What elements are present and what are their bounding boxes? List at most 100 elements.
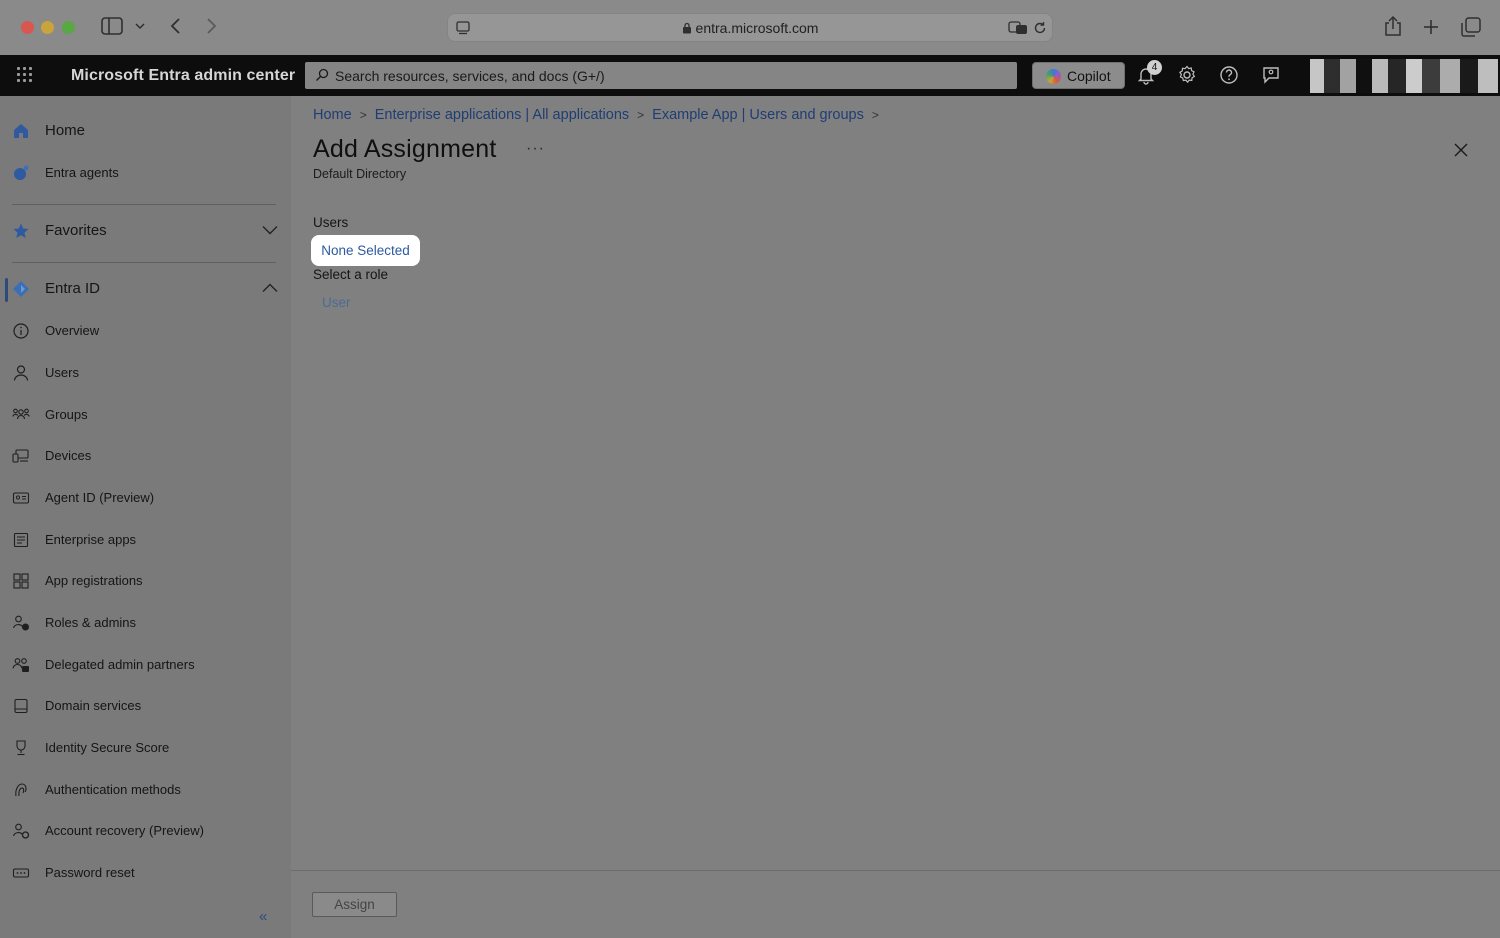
search-icon [316, 68, 329, 81]
sidebar-toggle-icon[interactable] [101, 17, 123, 35]
share-icon[interactable] [1384, 15, 1402, 37]
sidebar-item-label: Delegated admin partners [45, 657, 195, 672]
url-text: entra.microsoft.com [695, 20, 819, 36]
tab-overview-icon[interactable] [1461, 17, 1481, 37]
search-input[interactable] [335, 62, 1005, 89]
portal-header: Microsoft Entra admin center Copilot [0, 55, 1500, 96]
select-users-link[interactable]: None Selected [311, 235, 420, 266]
sidebar-item-entra-id[interactable]: Entra ID [0, 271, 291, 307]
sidebar-item-authentication-methods[interactable]: Authentication methods [0, 772, 291, 808]
collapse-sidebar-icon[interactable]: « [259, 908, 267, 925]
sidebar-item-label: Password reset [45, 865, 135, 880]
sidebar-divider [12, 262, 276, 263]
global-search[interactable] [305, 62, 1017, 89]
breadcrumb-enterprise-applications[interactable]: Enterprise applications | All applicatio… [375, 107, 629, 123]
home-icon [14, 124, 28, 138]
agents-icon [14, 165, 29, 180]
feedback-icon[interactable] [1261, 65, 1281, 85]
chevron-right-icon: > [871, 108, 879, 122]
sidebar-item-label: Entra agents [45, 165, 119, 180]
sidebar-item-label: Entra ID [45, 280, 101, 297]
translate-icon[interactable] [1008, 21, 1028, 35]
chevron-right-icon: > [359, 108, 367, 122]
sidebar-item-users[interactable]: Users [0, 355, 291, 391]
back-icon[interactable] [169, 17, 181, 35]
url-display: entra.microsoft.com [448, 20, 1052, 36]
domain-icon [14, 698, 28, 714]
sidebar-item-label: Identity Secure Score [45, 740, 170, 755]
chevron-up-icon [262, 283, 278, 292]
sidebar-item-app-registrations[interactable]: App registrations [0, 563, 291, 599]
chevron-down-icon[interactable] [135, 22, 145, 30]
users-label: Users [313, 215, 349, 230]
reload-icon[interactable] [1033, 21, 1047, 35]
sidebar-item-password-reset[interactable]: Password reset [0, 855, 291, 891]
user-icon [13, 365, 29, 381]
roles-icon [12, 615, 29, 631]
help-icon[interactable] [1219, 65, 1239, 85]
breadcrumb-example-app[interactable]: Example App | Users and groups [652, 107, 864, 123]
portal-brand[interactable]: Microsoft Entra admin center [71, 67, 295, 85]
sidebar-item-label: Users [45, 365, 79, 380]
sidebar-divider [12, 204, 276, 205]
entra-id-icon [13, 281, 29, 297]
agent-id-icon [12, 492, 30, 504]
account-recovery-icon [12, 823, 30, 839]
enterprise-apps-icon [13, 532, 29, 548]
sidebar-item-delegated-admin-partners[interactable]: Delegated admin partners [0, 647, 291, 683]
page-subtitle: Default Directory [313, 167, 407, 181]
sidebar-item-label: Overview [45, 323, 100, 338]
chevron-down-icon [262, 226, 278, 235]
sidebar-item-label: Enterprise apps [45, 532, 137, 547]
sidebar-item-domain-services[interactable]: Domain services [0, 688, 291, 724]
star-icon [13, 223, 29, 238]
sidebar-item-label: App registrations [45, 573, 143, 588]
password-reset-icon [12, 868, 30, 878]
sidebar-item-entra-agents[interactable]: Entra agents [0, 155, 291, 191]
sidebar-item-label: Authentication methods [45, 782, 181, 797]
app-registrations-icon [13, 573, 29, 589]
select-role-link[interactable]: User [322, 295, 351, 310]
close-window-button[interactable] [21, 21, 34, 34]
copilot-button[interactable]: Copilot [1032, 62, 1125, 89]
settings-gear-icon[interactable] [1177, 65, 1197, 85]
sidebar-item-groups[interactable]: Groups [0, 397, 291, 433]
sidebar-item-agent-id[interactable]: Agent ID (Preview) [0, 480, 291, 516]
forward-icon[interactable] [206, 17, 218, 35]
footer-divider [291, 870, 1500, 871]
new-tab-icon[interactable] [1423, 19, 1439, 35]
sidebar-item-roles-admins[interactable]: Roles & admins [0, 605, 291, 641]
sidebar-item-label: Devices [45, 448, 92, 463]
maximize-window-button[interactable] [62, 21, 75, 34]
sidebar-item-favorites[interactable]: Favorites [0, 213, 291, 249]
lock-icon [682, 22, 691, 34]
sidebar-item-identity-secure-score[interactable]: Identity Secure Score [0, 730, 291, 766]
sidebar-item-overview[interactable]: Overview [0, 313, 291, 349]
sidebar-item-label: Account recovery (Preview) [45, 823, 204, 838]
sidebar-item-label: Domain services [45, 698, 142, 713]
minimize-window-button[interactable] [41, 21, 54, 34]
breadcrumb: Home > Enterprise applications | All appli… [313, 107, 887, 123]
assign-button[interactable]: Assign [312, 892, 397, 917]
app-launcher-icon[interactable] [17, 67, 33, 83]
role-label: Select a role [313, 267, 389, 282]
close-icon[interactable] [1453, 142, 1469, 158]
address-bar[interactable]: entra.microsoft.com [447, 13, 1053, 42]
info-icon [13, 323, 29, 339]
sidebar-item-label: Favorites [45, 222, 107, 239]
copilot-label: Copilot [1067, 68, 1111, 84]
breadcrumb-home[interactable]: Home [313, 107, 352, 123]
sidebar-item-account-recovery[interactable]: Account recovery (Preview) [0, 813, 291, 849]
sidebar-item-home[interactable]: Home [0, 113, 291, 149]
sidebar-item-enterprise-apps[interactable]: Enterprise apps [0, 522, 291, 558]
partners-icon [12, 658, 29, 672]
account-menu[interactable] [1310, 59, 1498, 93]
sidebar-item-devices[interactable]: Devices [0, 438, 291, 474]
devices-icon [12, 449, 29, 463]
sidebar-item-label: Home [45, 122, 86, 139]
sidebar-item-label: Agent ID (Preview) [45, 490, 155, 505]
trophy-icon [16, 740, 26, 756]
auth-methods-icon [15, 783, 27, 797]
copilot-icon [1046, 69, 1061, 84]
more-options-icon[interactable]: ··· [526, 140, 545, 158]
